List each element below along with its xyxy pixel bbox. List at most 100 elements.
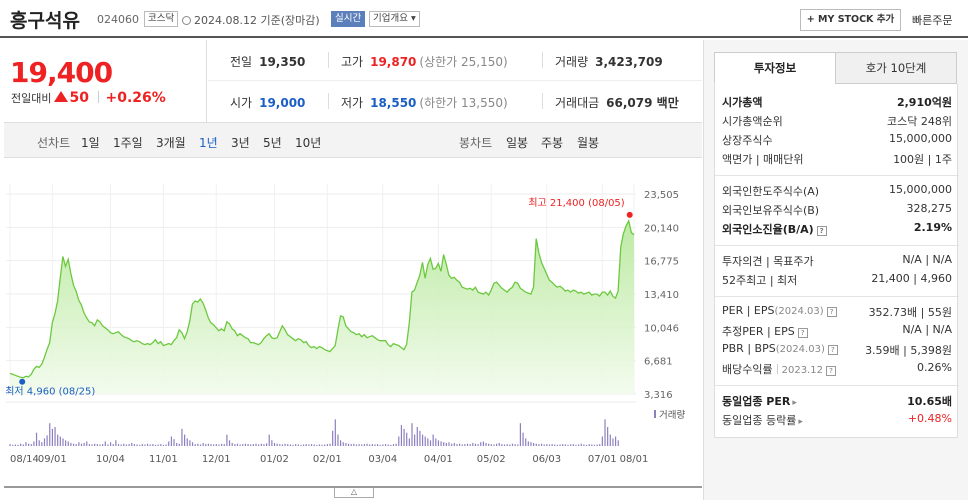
x-tick-label: 05/02 bbox=[477, 454, 506, 465]
volume-bar bbox=[480, 442, 482, 446]
volume-bar bbox=[295, 444, 297, 446]
price-area bbox=[10, 220, 634, 394]
volume-bar bbox=[498, 442, 500, 446]
help-icon[interactable]: ? bbox=[826, 307, 837, 317]
volume-bar bbox=[395, 443, 397, 446]
candle-monthly[interactable]: 월봉 bbox=[577, 134, 599, 151]
price-change: 전일대비 50 +0.26% bbox=[11, 90, 166, 106]
chart-period-bar: 선차트 1일 1주일 3개월 1년 3년 5년 10년 봉차트 일봉 주봉 월봉 bbox=[4, 122, 702, 158]
volume-bar bbox=[567, 444, 569, 446]
volume-bar bbox=[437, 440, 440, 446]
period-10y[interactable]: 10년 bbox=[295, 134, 321, 151]
candle-weekly[interactable]: 주봉 bbox=[541, 134, 563, 151]
change-label: 전일대비 bbox=[11, 92, 52, 105]
divider bbox=[715, 296, 959, 297]
help-icon[interactable]: ? bbox=[827, 345, 838, 355]
y-tick-label: 6,681 bbox=[644, 357, 673, 368]
volume-bar bbox=[453, 442, 455, 446]
x-tick-label: 06/03 bbox=[532, 454, 561, 465]
volume-bar bbox=[321, 444, 323, 446]
x-tick-label: 10/04 bbox=[96, 454, 125, 465]
volume-bar bbox=[324, 444, 326, 446]
period-5y[interactable]: 5년 bbox=[263, 134, 282, 151]
price-summary: 전일 19,350 고가 19,870 (상한가 25,150) 거래량 3,423,7… bbox=[208, 40, 702, 122]
volume-bar bbox=[38, 440, 40, 446]
volume-legend: 거래량 bbox=[659, 409, 685, 421]
volume-bar bbox=[448, 442, 450, 446]
volume-bar bbox=[88, 444, 91, 446]
candle-daily[interactable]: 일봉 bbox=[506, 134, 528, 151]
price-chart: 23,505 20,140 16,775 13,410 10,046 6,681 3,316… bbox=[4, 158, 702, 488]
x-tick-label: 09/01 bbox=[38, 454, 67, 465]
market-cap-rank-row: 시가총액순위 코스닥 248위 bbox=[722, 115, 952, 128]
volume-bar bbox=[80, 443, 83, 446]
high-price: 고가 19,870 (상한가 25,150) bbox=[341, 55, 508, 69]
volume-bar bbox=[265, 443, 268, 446]
volume-bar bbox=[369, 444, 371, 446]
quick-order-button[interactable]: 빠른주문 bbox=[912, 12, 952, 28]
period-3m[interactable]: 3개월 bbox=[156, 134, 186, 151]
volume-bar bbox=[371, 444, 373, 446]
volume-bar bbox=[461, 444, 463, 446]
volume-bar bbox=[123, 443, 125, 446]
volume-bar bbox=[133, 444, 135, 446]
volume-bar bbox=[258, 444, 260, 446]
volume-bar bbox=[316, 444, 318, 446]
period-1y[interactable]: 1년 bbox=[199, 134, 218, 151]
volume-bar bbox=[390, 444, 392, 446]
volume-bar bbox=[326, 444, 328, 446]
par-row: 액면가 | 매매단위 100원 | 1주 bbox=[722, 153, 952, 166]
tab-invest-info[interactable]: 투자정보 bbox=[714, 52, 836, 84]
volume-bar bbox=[20, 443, 22, 446]
volume-bar bbox=[577, 444, 580, 446]
volume-bar bbox=[184, 434, 186, 446]
volume-legend-mark bbox=[654, 410, 656, 418]
sector-per-row[interactable]: 동일업종 PER ▸ 10.65배 bbox=[715, 393, 959, 412]
volume-bar bbox=[538, 444, 540, 446]
volume-bar bbox=[162, 444, 165, 446]
volume-bar bbox=[490, 444, 492, 446]
volume-bar bbox=[250, 444, 252, 446]
help-icon[interactable]: ? bbox=[825, 366, 836, 376]
volume-bar bbox=[400, 425, 403, 446]
volume-bar bbox=[14, 444, 16, 446]
volume-bar bbox=[300, 444, 302, 446]
volume-bar bbox=[49, 423, 51, 446]
period-3y[interactable]: 3년 bbox=[231, 134, 250, 151]
volume-bar bbox=[607, 427, 609, 446]
y-tick-label: 13,410 bbox=[644, 290, 679, 301]
volume-bar bbox=[91, 444, 93, 446]
volume-bar bbox=[59, 436, 61, 446]
volume-bar bbox=[242, 444, 244, 446]
divider bbox=[98, 91, 100, 103]
price-box: 19,400 전일대비 50 +0.26% bbox=[4, 40, 207, 122]
foreign-limit-row: 외국인한도주식수(A) 15,000,000 bbox=[722, 183, 952, 198]
base-date-label: 2024.08.12 기준(장마감) bbox=[194, 14, 320, 27]
volume-bar bbox=[178, 443, 180, 446]
volume-bar bbox=[530, 442, 532, 446]
open-price: 시가 19,000 bbox=[230, 96, 306, 110]
high-label: 최고 21,400 (08/05) bbox=[528, 197, 624, 209]
period-1w[interactable]: 1주일 bbox=[113, 134, 143, 151]
volume-bar bbox=[424, 436, 426, 446]
volume-bar bbox=[160, 444, 162, 446]
volume-bar bbox=[72, 443, 75, 446]
help-icon[interactable]: ? bbox=[797, 328, 808, 338]
company-overview-dropdown[interactable]: 기업개요 ▾ bbox=[369, 11, 420, 27]
volume-bar bbox=[522, 432, 524, 446]
realtime-button[interactable]: 실시간 bbox=[331, 11, 366, 27]
low-marker bbox=[19, 378, 26, 385]
line-chart-label: 선차트 bbox=[37, 136, 71, 150]
period-1d[interactable]: 1일 bbox=[81, 134, 100, 151]
chart-expand-button[interactable]: △ bbox=[334, 488, 374, 498]
volume-bar bbox=[305, 444, 307, 446]
sector-rate-row[interactable]: 동일업종 등락률 ▸ +0.48% bbox=[715, 412, 959, 431]
tab-hoga[interactable]: 호가 10단계 bbox=[835, 52, 957, 84]
divider bbox=[328, 93, 329, 109]
volume-bar bbox=[421, 434, 424, 446]
volume-bar bbox=[466, 443, 469, 446]
add-mystock-button[interactable]: + MY STOCK 추가 bbox=[800, 9, 901, 31]
help-icon[interactable]: ? bbox=[816, 226, 827, 236]
volume-bar bbox=[141, 444, 143, 446]
volume-bar bbox=[554, 444, 556, 446]
